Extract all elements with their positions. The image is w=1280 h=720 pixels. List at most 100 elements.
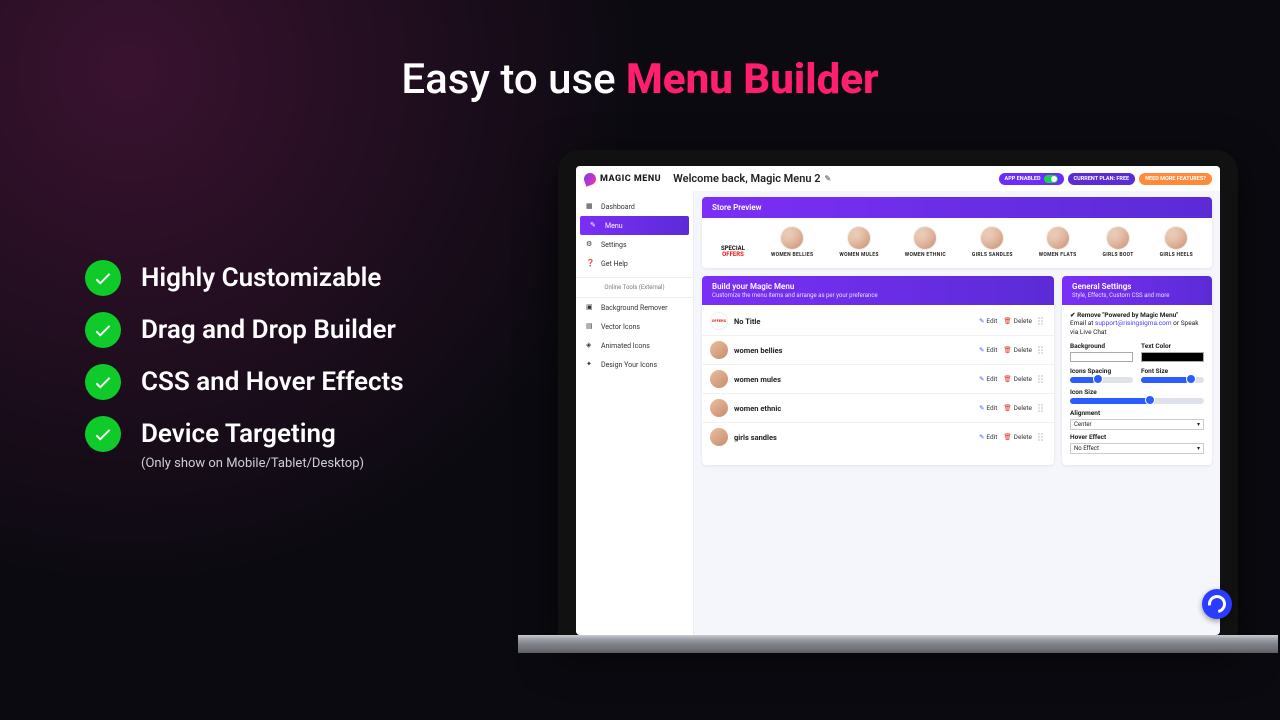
upgrade-pill[interactable]: NEED MORE FEATURES? — [1139, 173, 1212, 185]
chevron-down-icon: ▾ — [1197, 421, 1200, 428]
hover-effect-select[interactable]: No Effect▾ — [1070, 443, 1204, 454]
preview-item[interactable]: GIRLS SANDLES — [972, 226, 1013, 258]
card-header: Build your Magic Menu Customize the menu… — [702, 276, 1054, 305]
sidebar-tool-animated[interactable]: ◈Animated Icons — [576, 336, 693, 355]
background-label: Background — [1070, 342, 1133, 350]
preview-item[interactable]: WOMEN FLATS — [1039, 226, 1077, 258]
pencil-icon: ✎ — [979, 346, 984, 354]
sidebar-tool-vector[interactable]: ▤Vector Icons — [576, 317, 693, 336]
icon-size-slider[interactable] — [1070, 398, 1204, 404]
row-actions: ✎ Edit 🗑 Delete — [979, 315, 1046, 327]
drag-handle-icon[interactable] — [1038, 431, 1046, 443]
row-title: women ethnic — [734, 404, 973, 413]
preview-item[interactable]: GIRLS BOOT — [1103, 226, 1134, 258]
menu-row: girls sandles✎ Edit🗑 Delete — [702, 423, 1054, 451]
feature-subnote: (Only show on Mobile/Tablet/Desktop) — [141, 456, 404, 471]
font-size-label: Font Size — [1141, 367, 1204, 375]
row-thumb: OFFERS — [710, 312, 728, 330]
row-thumb — [710, 399, 728, 417]
delete-button[interactable]: 🗑 Delete — [1003, 404, 1032, 412]
edit-button[interactable]: ✎ Edit — [979, 433, 997, 441]
app-screen: MAGIC MENU Welcome back, Magic Menu 2 ✎ … — [576, 166, 1220, 635]
sidebar-tool-bg-remover[interactable]: ▣Background Remover — [576, 298, 693, 317]
drag-handle-icon[interactable] — [1038, 315, 1046, 327]
category-label: WOMEN MULES — [839, 252, 878, 258]
icons-spacing-slider[interactable] — [1070, 377, 1133, 383]
sidebar-tool-design[interactable]: ✦Design Your Icons — [576, 355, 693, 374]
edit-button[interactable]: ✎ Edit — [979, 346, 997, 354]
category-thumb — [1106, 226, 1130, 250]
note-prefix: Email at — [1070, 319, 1095, 327]
header-actions: APP ENABLED CURRENT PLAN: FREE NEED MORE… — [999, 173, 1212, 185]
check-icon — [85, 416, 121, 452]
welcome-text: Welcome back, Magic Menu 2 — [673, 172, 820, 185]
drag-handle-icon[interactable] — [1038, 373, 1046, 385]
font-size-slider[interactable] — [1141, 377, 1204, 383]
sidebar-item-help[interactable]: ❓Get Help — [576, 254, 693, 273]
delete-button[interactable]: 🗑 Delete — [1003, 317, 1032, 325]
preview-item[interactable]: WOMEN ETHNIC — [905, 226, 946, 258]
category-label: GIRLS SANDLES — [972, 252, 1013, 258]
menu-item-list: OFFERSNo Title✎ Edit🗑 Deletewomen bellie… — [702, 305, 1054, 453]
app-enabled-pill[interactable]: APP ENABLED — [999, 173, 1064, 185]
card-header: General Settings Style, Effects, Custom … — [1062, 276, 1212, 305]
delete-button[interactable]: 🗑 Delete — [1003, 375, 1032, 383]
background-color-input[interactable] — [1070, 352, 1133, 362]
current-plan-pill[interactable]: CURRENT PLAN: FREE — [1068, 173, 1136, 185]
sidebar-item-label: Settings — [601, 241, 627, 249]
category-label: GIRLS HEELS — [1160, 252, 1193, 258]
trash-icon: 🗑 — [1003, 404, 1011, 412]
chevron-down-icon: ▾ — [1197, 445, 1200, 452]
delete-button[interactable]: 🗑 Delete — [1003, 433, 1032, 441]
preview-item[interactable]: GIRLS HEELS — [1160, 226, 1193, 258]
card-title: Store Preview — [712, 203, 1202, 212]
category-thumb — [913, 226, 937, 250]
sidebar-item-menu[interactable]: ✎Menu — [580, 216, 689, 235]
general-settings-card: General Settings Style, Effects, Custom … — [1062, 276, 1212, 465]
grid-icon: ▦ — [586, 202, 595, 211]
sidebar-item-label: Get Help — [601, 260, 628, 268]
sidebar-item-dashboard[interactable]: ▦ Dashboard — [576, 197, 693, 216]
toggle-icon[interactable] — [1044, 175, 1058, 183]
edit-button[interactable]: ✎ Edit — [979, 317, 997, 325]
edit-button[interactable]: ✎ Edit — [979, 404, 997, 412]
support-email-link[interactable]: support@risingsigma.com — [1095, 319, 1172, 327]
vector-icon: ▤ — [586, 322, 595, 331]
text-color-label: Text Color — [1141, 342, 1204, 350]
drag-handle-icon[interactable] — [1038, 402, 1046, 414]
pencil-icon: ✎ — [979, 317, 984, 325]
pill-label: CURRENT PLAN: FREE — [1074, 176, 1130, 182]
special-offers-icon: SPECIALOFFERS — [721, 246, 745, 258]
row-actions: ✎ Edit 🗑 Delete — [979, 431, 1046, 443]
lower-panels: Build your Magic Menu Customize the menu… — [702, 276, 1212, 473]
trash-icon: 🗑 — [1003, 317, 1011, 325]
preview-item[interactable]: WOMEN BELLIES — [771, 226, 813, 258]
preview-item[interactable]: WOMEN MULES — [839, 226, 878, 258]
edit-button[interactable]: ✎ Edit — [979, 375, 997, 383]
store-preview-card: Store Preview SPECIALOFFERS WOMEN BELLIES… — [702, 197, 1212, 268]
edit-title-icon[interactable]: ✎ — [825, 174, 832, 183]
pill-label: APP ENABLED — [1005, 176, 1041, 182]
category-label: GIRLS BOOT — [1103, 252, 1134, 258]
icons-spacing-label: Icons Spacing — [1070, 367, 1133, 375]
app-logo[interactable]: MAGIC MENU — [584, 173, 661, 185]
feature-item: Highly Customizable — [85, 260, 404, 296]
text-color-input[interactable] — [1141, 352, 1204, 362]
feature-item: CSS and Hover Effects — [85, 364, 404, 400]
card-subtitle: Customize the menu items and arrange as … — [712, 292, 1044, 299]
laptop-base — [518, 635, 1278, 705]
preview-item[interactable]: SPECIALOFFERS — [721, 246, 745, 258]
drag-handle-icon[interactable] — [1038, 344, 1046, 356]
anim-icon: ◈ — [586, 341, 595, 350]
icon-size-label: Icon Size — [1070, 388, 1204, 396]
feature-list: Highly Customizable Drag and Drop Builde… — [85, 260, 404, 471]
bg-remove-icon: ▣ — [586, 303, 595, 312]
chat-launcher[interactable] — [1202, 589, 1232, 619]
sidebar-item-label: Dashboard — [601, 203, 635, 211]
alignment-select[interactable]: Center▾ — [1070, 419, 1204, 430]
delete-button[interactable]: 🗑 Delete — [1003, 346, 1032, 354]
category-label: WOMEN FLATS — [1039, 252, 1077, 258]
check-icon — [85, 312, 121, 348]
pencil-icon: ✎ — [590, 221, 599, 230]
sidebar-item-settings[interactable]: ⚙Settings — [576, 235, 693, 254]
